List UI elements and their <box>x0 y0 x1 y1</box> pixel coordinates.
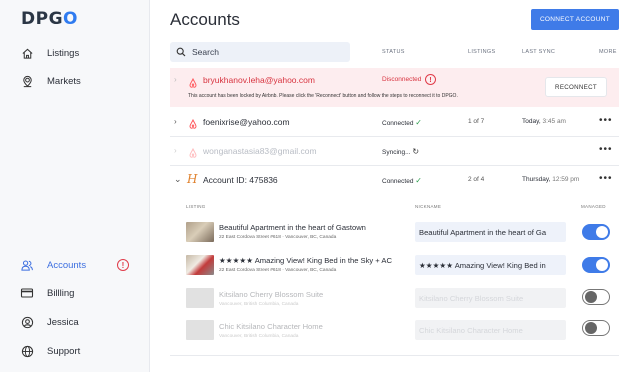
listing-thumbnail <box>186 288 214 308</box>
sidebar-item-support[interactable]: Support <box>20 343 80 359</box>
sidebar-item-markets[interactable]: Markets <box>20 73 81 89</box>
last-sync: Today, 3:45 am <box>522 118 566 125</box>
error-message: This account has been locked by Airbnb. … <box>188 93 458 99</box>
last-sync: Thursday, 12:59 pm <box>522 176 580 183</box>
column-header-managed: MANAGED <box>581 204 606 209</box>
nickname-input[interactable]: Beautiful Apartment in the heart of Ga <box>415 222 566 242</box>
status-badge: Connected ✓ <box>382 176 422 185</box>
accounts-alert-icon: ! <box>117 259 129 271</box>
more-menu-button[interactable]: ••• <box>599 144 613 155</box>
account-row-syncing[interactable]: › wonganastasia83@gmail.com Syncing... ↻… <box>170 137 619 165</box>
account-row-disconnected[interactable]: › bryukhanov.leha@yahoo.com Disconnected… <box>170 68 619 107</box>
column-header-listings: LISTINGS <box>468 49 496 55</box>
dpgo-logo[interactable]: DPGO <box>21 9 78 29</box>
column-header-listing: LISTING <box>186 204 206 209</box>
status-badge: Connected ✓ <box>382 118 422 127</box>
listing-address: 22 East Cordova Street #618 · Vancouver,… <box>219 235 337 240</box>
managed-toggle[interactable] <box>582 224 610 240</box>
divider <box>170 355 619 356</box>
listing-name: Beautiful Apartment in the heart of Gast… <box>219 223 366 232</box>
listing-address: 22 East Cordova Street #618 · Vancouver,… <box>219 268 337 273</box>
managed-toggle[interactable] <box>582 289 610 305</box>
column-header-more: MORE <box>599 49 617 55</box>
status-badge: Syncing... ↻ <box>382 147 420 156</box>
chevron-right-icon[interactable]: › <box>174 146 177 155</box>
home-icon <box>20 46 34 60</box>
reconnect-button[interactable]: RECONNECT <box>545 77 607 97</box>
main-content: Accounts CONNECT ACCOUNT Search STATUS L… <box>150 0 639 372</box>
managed-toggle[interactable] <box>582 257 610 273</box>
user-icon <box>20 315 34 329</box>
page-title: Accounts <box>170 10 240 29</box>
column-header-nickname: NICKNAME <box>415 204 442 209</box>
account-row-foenixrise[interactable]: › foenixrise@yahoo.com Connected ✓ 1 of … <box>170 108 619 136</box>
sidebar: DPGO Listings Markets Accounts ! Billlin… <box>0 0 150 372</box>
more-menu-button[interactable]: ••• <box>599 115 613 126</box>
listing-name: Kitsilano Cherry Blossom Suite <box>219 290 324 299</box>
listing-address: Vancouver, British Columbia, Canada <box>219 334 299 339</box>
spinner-icon: ↻ <box>412 147 420 156</box>
chevron-down-icon[interactable]: ⌄ <box>174 174 182 185</box>
nickname-input[interactable]: Chic Kitsilano Character Home <box>415 320 566 340</box>
card-icon <box>20 286 34 300</box>
chevron-right-icon[interactable]: › <box>174 75 177 84</box>
users-icon <box>20 258 34 272</box>
account-email: bryukhanov.leha@yahoo.com <box>203 75 315 85</box>
account-email: foenixrise@yahoo.com <box>203 117 290 127</box>
airbnb-icon <box>188 116 198 134</box>
search-icon <box>176 47 186 57</box>
account-email: wonganastasia83@gmail.com <box>203 146 317 156</box>
column-header-status: STATUS <box>382 49 405 55</box>
listing-thumbnail <box>186 320 214 340</box>
sidebar-item-billing[interactable]: Billling <box>20 285 74 301</box>
airbnb-icon <box>188 145 198 163</box>
connect-account-button[interactable]: CONNECT ACCOUNT <box>531 9 619 30</box>
chevron-right-icon[interactable]: › <box>174 117 177 126</box>
nickname-input[interactable]: Kitsilano Cherry Blossom Suite <box>415 288 566 308</box>
airbnb-icon <box>188 75 198 93</box>
sidebar-item-listings[interactable]: Listings <box>20 45 79 61</box>
listing-thumbnail <box>186 222 214 242</box>
listing-name: ★★★★★ Amazing View! King Bed in the Sky … <box>219 256 392 265</box>
globe-icon <box>20 344 34 358</box>
account-row-homeaway[interactable]: ⌄ H Account ID: 475836 Connected ✓ 2 of … <box>170 166 619 194</box>
managed-toggle[interactable] <box>582 320 610 336</box>
homeaway-icon: H <box>187 172 198 186</box>
sidebar-item-accounts[interactable]: Accounts <box>20 257 86 273</box>
listings-count: 2 of 4 <box>468 176 485 183</box>
status-badge: Disconnected <box>382 76 422 83</box>
alert-icon: ! <box>425 74 436 85</box>
map-pin-icon <box>20 74 34 88</box>
listing-thumbnail <box>186 255 214 275</box>
search-input[interactable]: Search <box>170 42 350 62</box>
listing-address: Vancouver, British Columbia, Canada <box>219 302 299 307</box>
listings-count: 1 of 7 <box>468 118 485 125</box>
column-header-last-sync: LAST SYNC <box>522 49 556 55</box>
check-icon: ✓ <box>415 176 422 185</box>
more-menu-button[interactable]: ••• <box>599 173 613 184</box>
account-id: Account ID: 475836 <box>203 175 278 185</box>
sidebar-item-profile[interactable]: Jessica <box>20 314 79 330</box>
listing-name: Chic Kitsilano Character Home <box>219 322 323 331</box>
check-icon: ✓ <box>415 118 422 127</box>
nickname-input[interactable]: ★★★★★ Amazing View! King Bed in <box>415 255 566 275</box>
